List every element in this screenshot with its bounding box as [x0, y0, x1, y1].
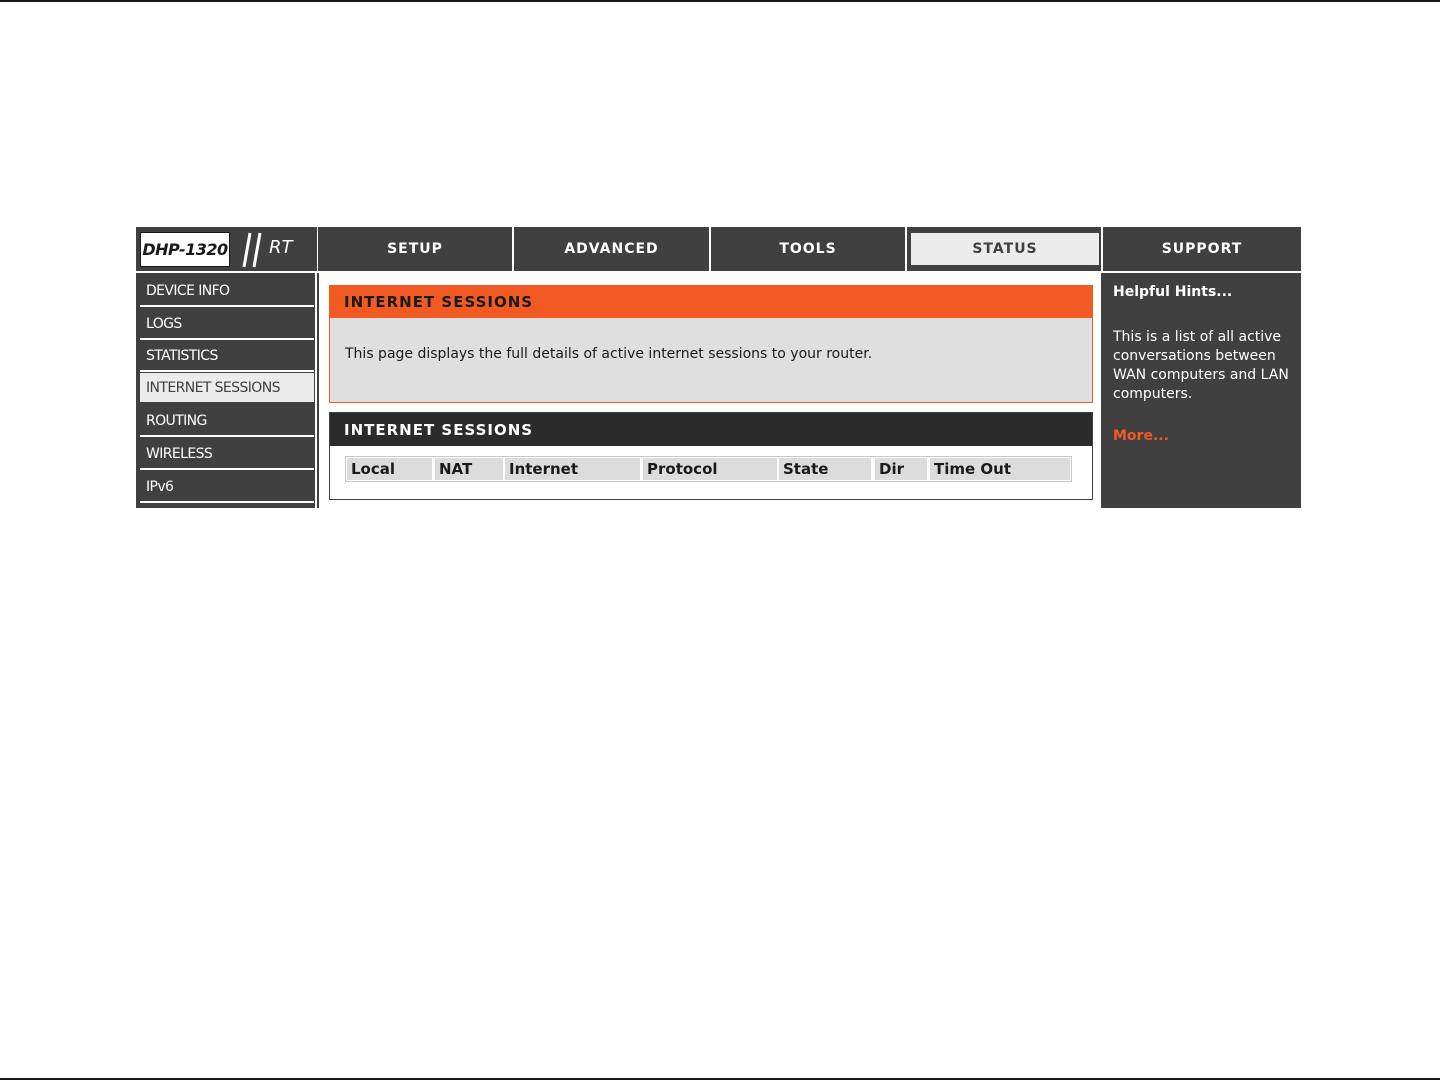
tab-status-label: STATUS	[972, 241, 1038, 257]
column-header-dir: Dir	[875, 458, 927, 480]
page-bottom-rule	[0, 1078, 1440, 1080]
sidebar-item-wireless[interactable]: WIRELESS	[140, 439, 314, 470]
info-panel: INTERNET SESSIONS This page displays the…	[329, 285, 1093, 403]
tab-tools-label: TOOLS	[779, 241, 837, 257]
frame-right-edge	[1301, 227, 1304, 508]
sessions-panel: INTERNET SESSIONS Local NAT Internet Pro…	[329, 412, 1093, 500]
logo-model: DHP-1320	[140, 232, 230, 267]
help-text: This is a list of all active conversatio…	[1113, 329, 1289, 402]
sessions-table-header: Local NAT Internet Protocol State Dir Ti…	[345, 456, 1072, 482]
router-admin-frame: DHP-1320 RT SETUP ADVANCED TOOLS STATUS …	[136, 227, 1304, 508]
column-header-nat: NAT	[435, 458, 503, 480]
info-panel-description: This page displays the full details of a…	[345, 346, 873, 362]
sidebar-item-ipv6[interactable]: IPv6	[140, 472, 314, 503]
column-header-time-out: Time Out	[930, 458, 1070, 480]
column-header-state: State	[779, 458, 871, 480]
tab-advanced[interactable]: ADVANCED	[514, 227, 711, 271]
logo-slashes-icon	[242, 232, 262, 268]
tab-advanced-label: ADVANCED	[564, 241, 659, 257]
logo-area: DHP-1320 RT	[136, 227, 318, 271]
info-panel-title: INTERNET SESSIONS	[330, 286, 1092, 318]
sidebar: DEVICE INFO LOGS STATISTICS INTERNET SES…	[136, 273, 317, 508]
tab-setup[interactable]: SETUP	[318, 227, 514, 271]
column-header-protocol: Protocol	[643, 458, 777, 480]
help-more-link[interactable]: More...	[1113, 428, 1169, 444]
help-panel: Helpful Hints... This is a list of all a…	[1103, 273, 1301, 508]
help-title: Helpful Hints...	[1113, 284, 1233, 300]
logo-suffix: RT	[269, 237, 293, 258]
tab-support[interactable]: SUPPORT	[1103, 227, 1301, 271]
sidebar-item-routing[interactable]: ROUTING	[140, 406, 314, 437]
tab-tools[interactable]: TOOLS	[711, 227, 907, 271]
sessions-panel-title: INTERNET SESSIONS	[330, 413, 1092, 446]
page-top-rule	[0, 0, 1440, 2]
sidebar-item-internet-sessions[interactable]: INTERNET SESSIONS	[140, 373, 314, 404]
main-content: INTERNET SESSIONS This page displays the…	[319, 273, 1101, 508]
column-header-internet: Internet	[505, 458, 640, 480]
sidebar-item-logs[interactable]: LOGS	[140, 309, 314, 340]
sidebar-item-device-info[interactable]: DEVICE INFO	[140, 276, 314, 307]
column-header-local: Local	[347, 458, 432, 480]
tab-status[interactable]: STATUS	[907, 227, 1103, 271]
sidebar-item-statistics[interactable]: STATISTICS	[140, 341, 314, 372]
tab-setup-label: SETUP	[387, 241, 443, 257]
tab-support-label: SUPPORT	[1161, 241, 1243, 257]
